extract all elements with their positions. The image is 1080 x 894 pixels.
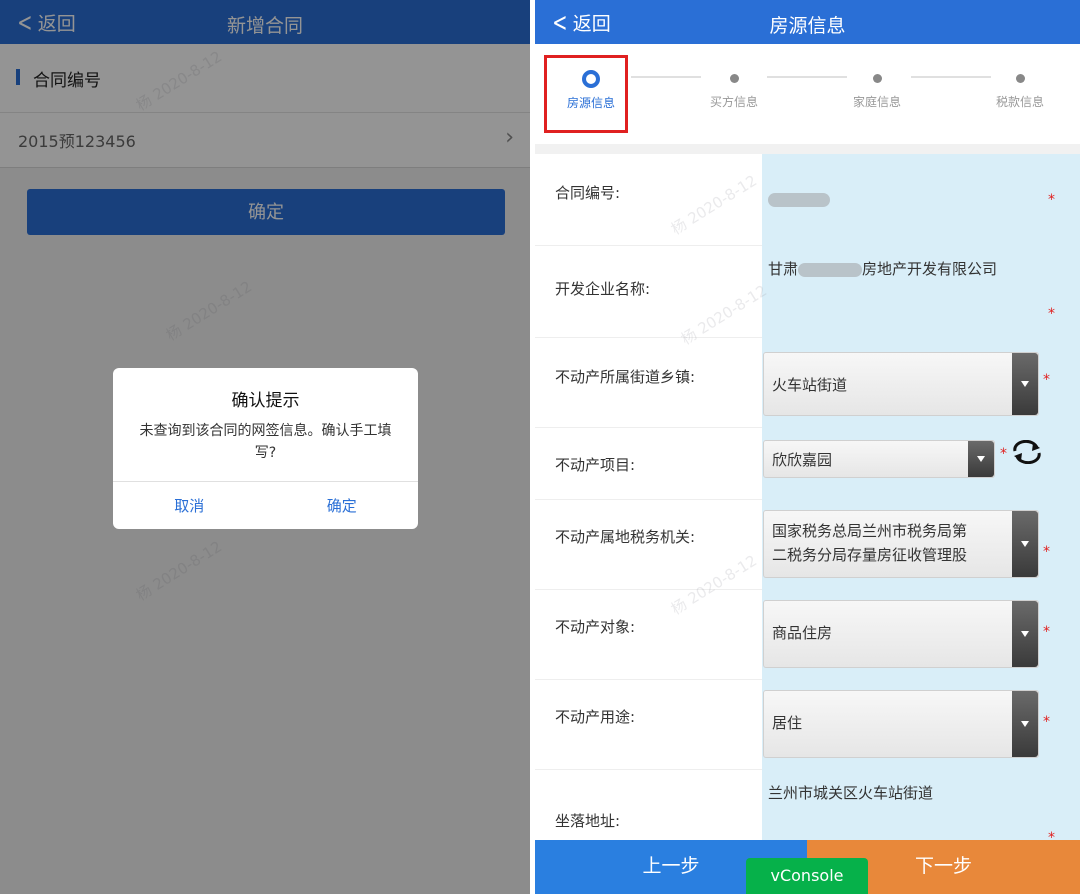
street-select[interactable]: 火车站街道 xyxy=(763,352,1039,416)
project-select[interactable]: 欣欣嘉园 xyxy=(763,440,995,478)
top-navbar: < 返回 房源信息 xyxy=(535,0,1080,44)
new-contract-screen: < 返回 新增合同 合同编号 2015预123456 › 确定 杨 2020-8… xyxy=(0,0,530,894)
field-object: 不动产对象: 商品住房 * xyxy=(535,590,1080,680)
screenshot-stage: < 返回 新增合同 合同编号 2015预123456 › 确定 杨 2020-8… xyxy=(0,0,1080,894)
step-tax-info[interactable]: 税款信息 xyxy=(972,70,1068,110)
redacted-block xyxy=(768,192,830,207)
dropdown-arrow-icon xyxy=(1012,511,1038,577)
field-street: 不动产所属街道乡镇: 火车站街道 * xyxy=(535,338,1080,428)
required-mark: * xyxy=(1043,714,1050,730)
field-label: 合同编号: xyxy=(555,184,621,202)
dialog-title: 确认提示 xyxy=(231,391,300,411)
field-label: 开发企业名称: xyxy=(555,280,651,298)
step-buyer-info[interactable]: 买方信息 xyxy=(686,70,782,110)
field-label: 不动产用途: xyxy=(555,708,636,726)
step-label: 买方信息 xyxy=(709,95,758,109)
tax-office-select[interactable]: 国家税务总局兰州市税务局第 二税务分局存量房征收管理股 xyxy=(763,510,1039,578)
required-mark: * xyxy=(1048,192,1055,208)
section-gap xyxy=(535,144,1080,154)
required-mark: * xyxy=(1048,306,1055,322)
step-label: 家庭信息 xyxy=(852,95,901,109)
select-value-line1: 国家税务总局兰州市税务局第 xyxy=(772,522,968,540)
progress-stepper: 房源信息 买方信息 家庭信息 税款信息 xyxy=(535,44,1080,144)
select-value: 欣欣嘉园 xyxy=(772,451,833,469)
field-label: 不动产对象: xyxy=(555,618,636,636)
developer-suffix: 房地产开发有限公司 xyxy=(862,260,998,278)
field-label: 不动产项目: xyxy=(555,456,636,474)
select-value: 火车站街道 xyxy=(772,376,848,394)
field-developer: 开发企业名称: 甘肃 房地产开发有限公司 * xyxy=(535,246,1080,338)
select-value: 居住 xyxy=(772,714,803,732)
select-value: 商品住房 xyxy=(772,624,833,642)
step-dot-icon xyxy=(729,74,739,83)
field-label: 不动产所属街道乡镇: xyxy=(555,368,696,386)
required-mark: * xyxy=(1000,446,1007,462)
refresh-icon[interactable] xyxy=(1009,440,1045,464)
property-info-screen: < 返回 房源信息 房源信息 买方信息 家庭信息 税款信息 合同编号: * 开发… xyxy=(535,0,1080,894)
dropdown-arrow-icon xyxy=(968,441,994,477)
property-form: 合同编号: * 开发企业名称: 甘肃 房地产开发有限公司 * 不动产所属街道乡镇:… xyxy=(535,154,1080,846)
address-value: 兰州市城关区火车站街道 xyxy=(768,784,934,802)
select-value-line2: 二税务分局存量房征收管理股 xyxy=(772,546,968,564)
step-family-info[interactable]: 家庭信息 xyxy=(829,70,925,110)
confirm-dialog: 确认提示 未查询到该合同的网签信息。确认手工填写? 取消 确定 xyxy=(113,368,418,529)
dialog-message: 未查询到该合同的网签信息。确认手工填写? xyxy=(139,423,392,461)
field-usage: 不动产用途: 居住 * xyxy=(535,680,1080,770)
dropdown-arrow-icon xyxy=(1012,353,1038,415)
field-tax-office: 不动产属地税务机关: 国家税务总局兰州市税务局第 二税务分局存量房征收管理股 * xyxy=(535,500,1080,590)
dialog-buttons: 取消 确定 xyxy=(113,481,418,529)
field-label: 坐落地址: xyxy=(555,812,621,830)
usage-select[interactable]: 居住 xyxy=(763,690,1039,758)
vconsole-button[interactable]: vConsole xyxy=(746,858,868,894)
annotation-highlight-box xyxy=(544,55,628,133)
dropdown-arrow-icon xyxy=(1012,691,1038,757)
dropdown-arrow-icon xyxy=(1012,601,1038,667)
redacted-block xyxy=(798,262,863,277)
required-mark: * xyxy=(1043,624,1050,640)
contract-no-value xyxy=(768,186,830,212)
field-contract-no: 合同编号: * xyxy=(535,154,1080,246)
required-mark: * xyxy=(1043,544,1050,560)
dialog-ok-button[interactable]: 确定 xyxy=(266,482,419,529)
field-label: 不动产属地税务机关: xyxy=(555,528,696,546)
field-address: 坐落地址: 兰州市城关区火车站街道 * xyxy=(535,770,1080,846)
developer-prefix: 甘肃 xyxy=(768,260,799,278)
object-select[interactable]: 商品住房 xyxy=(763,600,1039,668)
step-dot-icon xyxy=(872,74,882,83)
step-label: 税款信息 xyxy=(995,95,1044,109)
step-dot-icon xyxy=(1015,74,1025,83)
developer-value: 甘肃 房地产开发有限公司 xyxy=(768,256,997,282)
dialog-cancel-button[interactable]: 取消 xyxy=(113,482,266,529)
field-project: 不动产项目: 欣欣嘉园 * xyxy=(535,428,1080,500)
page-title: 房源信息 xyxy=(769,15,846,37)
required-mark: * xyxy=(1043,372,1050,388)
